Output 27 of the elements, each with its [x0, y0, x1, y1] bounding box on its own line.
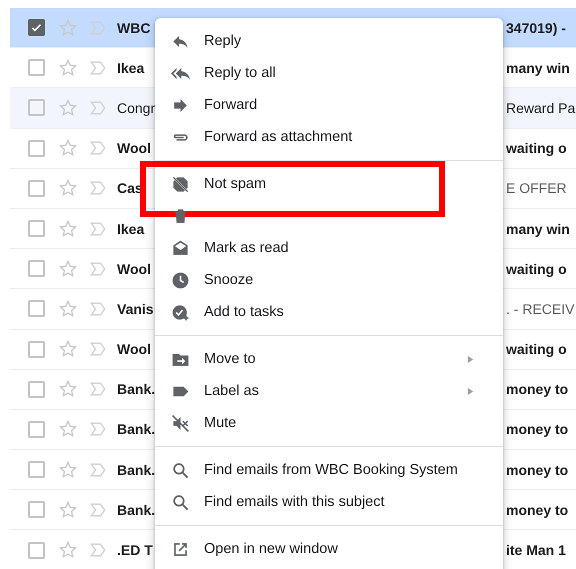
sender-name: Vanis [117, 300, 154, 317]
sender-name: Wool [117, 341, 151, 358]
email-subject: Reward Pa [506, 100, 576, 116]
email-subject: waiting o [506, 341, 568, 358]
email-subject: money to [506, 462, 570, 478]
sender-name: Wool [117, 140, 151, 156]
email-snippet: E OFFER [506, 180, 568, 196]
email-subject: ite Man 1 [506, 542, 567, 558]
email-subject: money to [506, 502, 570, 518]
sender-name: Bank. [117, 381, 156, 398]
sender-name: WBC [117, 20, 150, 36]
email-subject: many win [506, 220, 571, 237]
email-subject: 347019) - [506, 20, 567, 36]
email-subject: waiting o [506, 260, 568, 277]
sender-name: Wool [117, 260, 151, 277]
email-subject: many win [506, 60, 571, 76]
email-subject: money to [506, 381, 570, 398]
sender-name: Ikea [117, 220, 144, 237]
sender-name: Bank. [117, 462, 156, 478]
sender-name: Ikea [117, 60, 144, 76]
sender-name: Bank. [117, 421, 156, 438]
email-snippet: . - RECEIV [506, 300, 576, 317]
sender-name: Congr [117, 100, 156, 116]
sender-name: .ED T [117, 542, 153, 558]
sender-name: Bank. [117, 502, 156, 518]
email-subject: waiting o [506, 140, 568, 156]
email-subject: money to [506, 421, 570, 438]
